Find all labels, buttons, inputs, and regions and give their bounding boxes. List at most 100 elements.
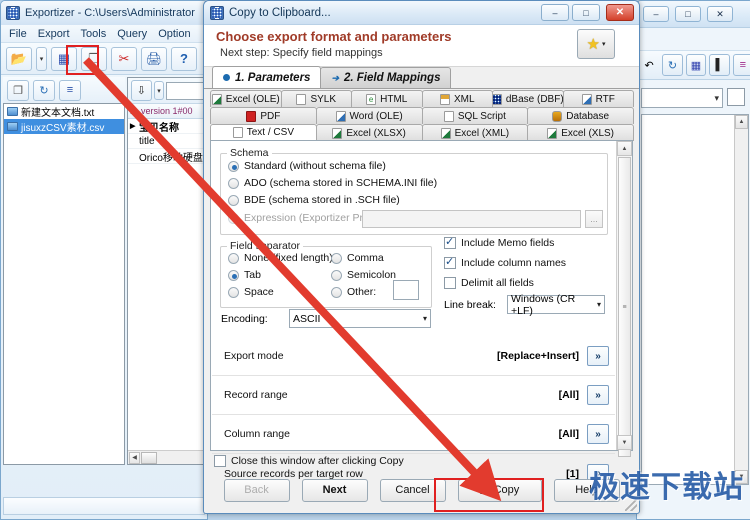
open-button[interactable]: 📂 bbox=[6, 46, 32, 71]
favorites-button[interactable]: ★ ▾ bbox=[577, 29, 615, 59]
open-dropdown-button[interactable]: ▾ bbox=[36, 46, 47, 71]
radio-icon[interactable] bbox=[331, 269, 342, 281]
background-window-toolbar[interactable]: ↶ ↻ ▦ ▌ ≡ bbox=[637, 50, 750, 80]
format-tab-excel-ole[interactable]: Excel (OLE) bbox=[210, 90, 282, 107]
option-row-record-range[interactable]: Record range [All] » bbox=[212, 376, 615, 415]
radio-icon[interactable] bbox=[228, 194, 239, 206]
background-close-button[interactable]: ✕ bbox=[707, 6, 733, 22]
schema-option-bde[interactable]: BDE (schema stored in .SCH file) bbox=[228, 194, 400, 206]
dialog-titlebar[interactable]: Copy to Clipboard... – □ ✕ bbox=[204, 1, 639, 25]
scroll-down-arrow-icon[interactable]: ▼ bbox=[617, 435, 632, 450]
separator-other-input[interactable] bbox=[393, 280, 419, 300]
separator-option-tab[interactable]: Tab bbox=[228, 269, 261, 281]
radio-icon[interactable] bbox=[228, 252, 239, 264]
copy-to-clipboard-button[interactable]: ❐ bbox=[81, 46, 107, 71]
separator-option-semicolon[interactable]: Semicolon bbox=[331, 269, 396, 281]
dialog-maximize-button[interactable]: □ bbox=[572, 4, 600, 21]
checkbox-delimit-all-fields[interactable]: Delimit all fields bbox=[444, 277, 534, 289]
refresh-button[interactable]: ↻ bbox=[33, 79, 55, 101]
back-button[interactable]: Back bbox=[223, 478, 290, 502]
scroll-left-arrow-icon[interactable]: ◀ bbox=[129, 451, 140, 464]
scroll-thumb[interactable] bbox=[141, 451, 157, 464]
data-grid-pane[interactable]: ⇩ ▾ ▮ version 1#00 ▶ 宝贝名称 title Orico移动硬… bbox=[127, 77, 205, 465]
format-tab-html[interactable]: e HTML bbox=[351, 90, 423, 107]
line-break-select[interactable]: Windows (CR +LF) ▾ bbox=[507, 293, 605, 317]
next-button[interactable]: Next bbox=[301, 478, 368, 502]
menu-item-export[interactable]: Export bbox=[38, 28, 70, 40]
checkbox-icon[interactable] bbox=[214, 455, 226, 467]
list-item[interactable]: 新建文本文档.txt bbox=[4, 104, 124, 119]
checkbox-icon[interactable] bbox=[444, 277, 456, 289]
copy-button[interactable]: ❐ Copy bbox=[457, 478, 542, 502]
format-tabs[interactable]: Excel (OLE) SYLK e HTML XML dBase (DBF) … bbox=[210, 89, 634, 141]
radio-icon[interactable] bbox=[331, 252, 342, 264]
checkbox-close-after-copy[interactable]: Close this window after clicking Copy bbox=[214, 455, 404, 467]
format-tab-sylk[interactable]: SYLK bbox=[280, 90, 352, 107]
list-button[interactable]: ≡ bbox=[59, 79, 81, 101]
menu-item-file[interactable]: File bbox=[9, 28, 27, 40]
background-combo[interactable]: ▾ bbox=[641, 88, 723, 108]
option-expand-button[interactable]: » bbox=[587, 424, 609, 444]
dialog-minimize-button[interactable]: – bbox=[541, 4, 569, 21]
find-next-icon[interactable]: ⇩ bbox=[131, 80, 152, 101]
option-expand-button[interactable]: » bbox=[587, 346, 609, 366]
table-row[interactable]: Orico移动硬盘 bbox=[128, 149, 204, 164]
encoding-select[interactable]: ASCII ▾ bbox=[289, 309, 431, 328]
main-window-titlebar[interactable]: Exportizer - C:\Users\Administrator bbox=[1, 1, 207, 25]
checkbox-include-column-names[interactable]: Include column names bbox=[444, 255, 566, 269]
align-left-icon[interactable]: ▌ bbox=[709, 54, 730, 76]
menu-item-options[interactable]: Option bbox=[158, 28, 190, 40]
format-tab-word-ole[interactable]: Word (OLE) bbox=[315, 107, 423, 124]
find-dropdown-button[interactable]: ▾ bbox=[153, 81, 165, 100]
menu-item-query[interactable]: Query bbox=[117, 28, 147, 40]
help-button[interactable]: ? bbox=[171, 46, 197, 71]
tab-parameters[interactable]: 1. Parameters bbox=[212, 66, 322, 88]
grid-icon[interactable]: ▦ bbox=[685, 54, 707, 76]
format-tab-text-csv[interactable]: Text / CSV bbox=[210, 124, 317, 141]
separator-option-space[interactable]: Space bbox=[228, 286, 274, 298]
main-toolbar[interactable]: 📂 ▾ ▦ ❐ ✂ 🖨 ? bbox=[1, 43, 207, 75]
script-button[interactable]: ✂ bbox=[111, 46, 137, 71]
exportizer-main-window[interactable]: Exportizer - C:\Users\Administrator File… bbox=[0, 0, 208, 520]
checkbox-include-memo-fields[interactable]: Include Memo fields bbox=[444, 235, 554, 249]
background-maximize-button[interactable]: □ bbox=[675, 6, 701, 22]
format-tab-excel-xml[interactable]: Excel (XML) bbox=[421, 124, 529, 141]
undo-icon[interactable]: ↶ bbox=[639, 54, 659, 76]
option-row-export-mode[interactable]: Export mode [Replace+Insert] » bbox=[212, 337, 615, 376]
file-list[interactable]: 新建文本文档.txt jisuxzCSV素材.csv bbox=[3, 103, 125, 465]
radio-icon[interactable] bbox=[228, 160, 239, 172]
refresh-icon[interactable]: ↻ bbox=[662, 54, 683, 76]
format-tab-xml[interactable]: XML bbox=[421, 90, 493, 107]
menu-item-tools[interactable]: Tools bbox=[81, 28, 107, 40]
cancel-button[interactable]: Cancel bbox=[379, 478, 446, 502]
radio-icon[interactable] bbox=[228, 286, 239, 298]
search-input[interactable] bbox=[166, 81, 205, 100]
checkbox-icon[interactable] bbox=[444, 235, 456, 249]
background-window-titlebar[interactable]: – □ ✕ bbox=[637, 1, 750, 27]
option-expand-button[interactable]: » bbox=[587, 385, 609, 405]
format-tab-database[interactable]: Database bbox=[527, 107, 634, 124]
format-tab-excel-xlsx[interactable]: Excel (XLSX) bbox=[315, 124, 423, 141]
panel-scrollbar[interactable]: ▲ ≡ ▼ bbox=[616, 141, 632, 457]
background-panel-scrollbar[interactable]: ▲ ▼ bbox=[734, 115, 748, 484]
format-icon[interactable]: ≡ bbox=[732, 54, 750, 76]
tab-field-mappings[interactable]: ➔ 2. Field Mappings bbox=[320, 67, 452, 88]
file-list-toolbar[interactable]: ❐ ↻ ≡ bbox=[3, 77, 125, 103]
scroll-up-arrow-icon[interactable]: ▲ bbox=[735, 115, 748, 129]
duplicate-button[interactable]: ❐ bbox=[7, 79, 29, 101]
option-row-column-range[interactable]: Column range [All] » bbox=[212, 415, 615, 454]
table-row[interactable]: title bbox=[128, 134, 204, 149]
scroll-up-arrow-icon[interactable]: ▲ bbox=[617, 141, 632, 156]
radio-icon[interactable] bbox=[331, 286, 342, 298]
radio-icon[interactable] bbox=[228, 177, 239, 189]
checkbox-icon[interactable] bbox=[444, 255, 456, 269]
radio-icon[interactable] bbox=[228, 269, 239, 281]
background-checkbox[interactable] bbox=[727, 88, 745, 106]
table-row[interactable]: ▶ 宝贝名称 bbox=[128, 119, 204, 134]
schema-option-ado[interactable]: ADO (schema stored in SCHEMA.INI file) bbox=[228, 177, 437, 189]
step-tabs[interactable]: 1. Parameters ➔ 2. Field Mappings bbox=[204, 66, 639, 89]
main-menubar[interactable]: File Export Tools Query Option bbox=[1, 25, 207, 43]
grid-toolbar[interactable]: ⇩ ▾ bbox=[128, 78, 205, 104]
background-minimize-button[interactable]: – bbox=[643, 6, 669, 22]
separator-option-comma[interactable]: Comma bbox=[331, 252, 384, 264]
